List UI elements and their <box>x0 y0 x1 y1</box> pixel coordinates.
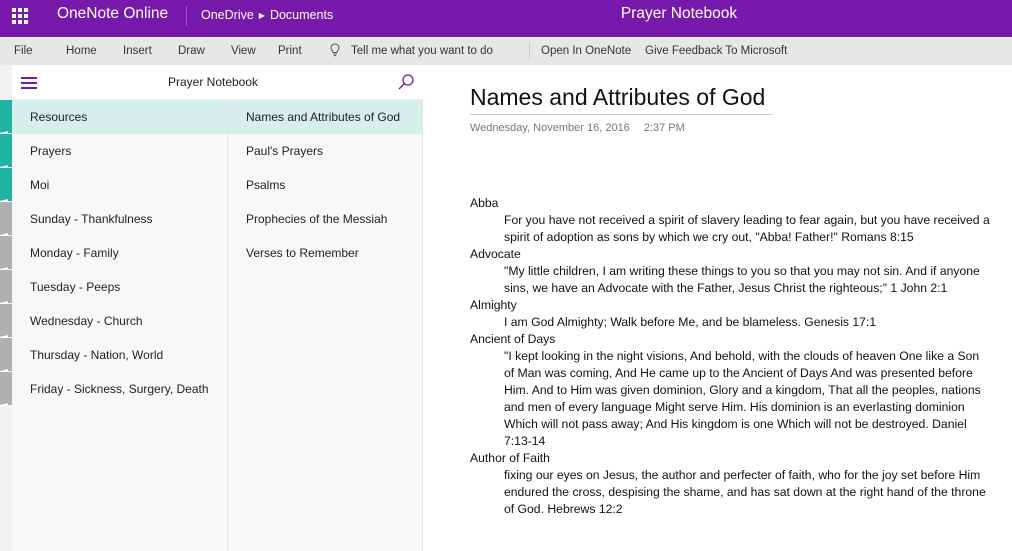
menu-draw[interactable]: Draw <box>178 45 205 57</box>
page-title[interactable]: Names and Attributes of God <box>470 84 772 115</box>
breadcrumb-onedrive[interactable]: OneDrive <box>201 8 254 22</box>
breadcrumb: OneDrive ▶ Documents <box>201 8 333 22</box>
breadcrumb-documents[interactable]: Documents <box>270 8 333 22</box>
section-tab[interactable] <box>0 100 12 133</box>
note-body[interactable]: Abba For you have not received a spirit … <box>470 195 990 518</box>
entry-term: Author of Faith <box>470 451 550 465</box>
section-tab[interactable] <box>0 304 12 337</box>
search-icon[interactable] <box>397 73 415 91</box>
page-item[interactable]: Paul's Prayers <box>228 134 422 168</box>
top-bar: OneNote Online OneDrive ▶ Documents Pray… <box>0 0 1012 37</box>
entry-text: "I kept looking in the night visions, An… <box>504 349 981 448</box>
section-item-wednesday[interactable]: Wednesday - Church <box>12 304 227 338</box>
entry-text: For you have not received a spirit of sl… <box>504 213 990 244</box>
chevron-right-icon: ▶ <box>258 10 265 20</box>
menu-print[interactable]: Print <box>278 45 302 57</box>
entry-text: "My little children, I am writing these … <box>504 264 980 295</box>
entry-term: Ancient of Days <box>470 332 556 346</box>
page-item[interactable]: Psalms <box>228 168 422 202</box>
page-time: 2:37 PM <box>643 122 685 134</box>
section-item-friday[interactable]: Friday - Sickness, Surgery, Death <box>12 372 227 406</box>
entry-term: Advocate <box>470 247 521 261</box>
sections-list: Resources Prayers Moi Sunday - Thankfuln… <box>12 100 227 551</box>
section-tab[interactable] <box>0 236 12 269</box>
navigation-header: Prayer Notebook <box>12 65 423 100</box>
section-tab[interactable] <box>0 338 12 371</box>
entry-term: Almighty <box>470 298 517 312</box>
section-item-resources[interactable]: Resources <box>12 100 227 134</box>
page-canvas[interactable]: Names and Attributes of God Wednesday, N… <box>424 65 1012 551</box>
navigation-title: Prayer Notebook <box>167 75 259 89</box>
app-name[interactable]: OneNote Online <box>57 5 168 23</box>
menu-bar: File Home Insert Draw View Print Tell me… <box>0 37 1012 65</box>
section-tab[interactable] <box>0 270 12 303</box>
app-launcher-icon[interactable] <box>12 8 28 24</box>
tell-me-input[interactable]: Tell me what you want to do <box>351 45 493 57</box>
page-item[interactable]: Names and Attributes of God <box>228 100 422 134</box>
page-item[interactable]: Verses to Remember <box>228 236 422 270</box>
entry-term: Abba <box>470 196 499 210</box>
open-in-onenote-button[interactable]: Open In OneNote <box>541 45 631 57</box>
menu-file[interactable]: File <box>14 45 33 57</box>
section-tab[interactable] <box>0 202 12 235</box>
entry-text: I am God Almighty; Walk before Me, and b… <box>504 315 877 329</box>
section-item-prayers[interactable]: Prayers <box>12 134 227 168</box>
section-tab[interactable] <box>0 168 12 201</box>
section-tab[interactable] <box>0 134 12 167</box>
menu-view[interactable]: View <box>231 45 256 57</box>
section-tabs-strip <box>0 65 12 551</box>
give-feedback-button[interactable]: Give Feedback To Microsoft <box>645 45 787 57</box>
divider <box>186 6 187 26</box>
entry-text: fixing our eyes on Jesus, the author and… <box>504 468 986 516</box>
page-date: Wednesday, November 16, 2016 <box>470 122 630 134</box>
section-item-thursday[interactable]: Thursday - Nation, World <box>12 338 227 372</box>
section-tab[interactable] <box>0 372 12 405</box>
menu-home[interactable]: Home <box>66 45 97 57</box>
section-item-tuesday[interactable]: Tuesday - Peeps <box>12 270 227 304</box>
pages-list: Names and Attributes of God Paul's Praye… <box>227 100 423 551</box>
section-item-sunday[interactable]: Sunday - Thankfulness <box>12 202 227 236</box>
page-timestamp: Wednesday, November 16, 2016 2:37 PM <box>470 122 685 134</box>
section-item-moi[interactable]: Moi <box>12 168 227 202</box>
page-item[interactable]: Prophecies of the Messiah <box>228 202 422 236</box>
divider <box>529 43 530 59</box>
menu-insert[interactable]: Insert <box>123 45 152 57</box>
notebook-title: Prayer Notebook <box>620 5 738 22</box>
section-item-monday[interactable]: Monday - Family <box>12 236 227 270</box>
lightbulb-icon <box>330 43 340 57</box>
